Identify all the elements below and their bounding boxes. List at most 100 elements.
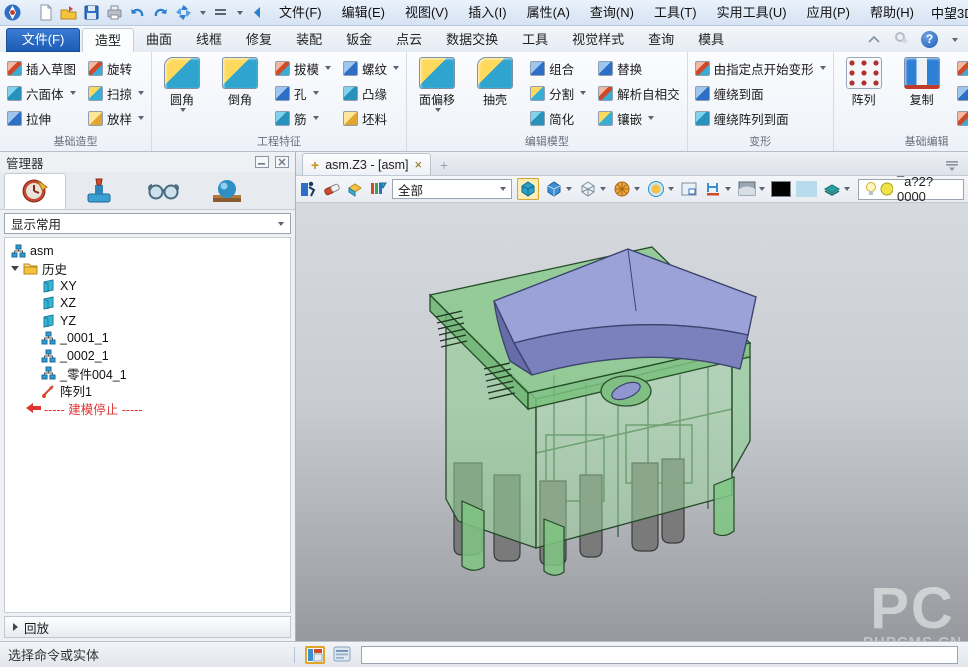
menu-tools[interactable]: 工具(T)	[647, 2, 704, 24]
copy-button[interactable]: 复制	[896, 55, 948, 108]
sweep-button[interactable]: 扫掠	[85, 82, 147, 104]
menu-inquire[interactable]: 查询(N)	[583, 2, 641, 24]
redo-icon[interactable]	[152, 4, 169, 21]
command-list-icon[interactable]	[333, 646, 353, 664]
hole-button[interactable]: 孔	[272, 82, 334, 104]
tree-node-pattern1[interactable]: 阵列1	[11, 382, 290, 400]
tab-pointcloud[interactable]: 点云	[384, 28, 434, 52]
tab-mold[interactable]: 模具	[686, 28, 736, 52]
fillet-button[interactable]: 圆角	[156, 55, 208, 112]
tree-node-part-004[interactable]: _零件004_1	[11, 365, 290, 383]
new-tab-button[interactable]: +	[431, 155, 457, 175]
tree-node-plane-yz[interactable]: YZ	[11, 312, 290, 330]
box-button[interactable]: 六面体	[4, 82, 79, 104]
tab-sheetmetal[interactable]: 钣金	[334, 28, 384, 52]
thread-button[interactable]: 螺纹	[340, 57, 402, 79]
tab-tools[interactable]: 工具	[510, 28, 560, 52]
shade-mode-button-active[interactable]	[517, 178, 539, 200]
tree-node-history-folder[interactable]: 历史	[11, 260, 290, 278]
move-button[interactable]: 移动	[954, 57, 968, 79]
tree-node-component-0002[interactable]: _0002_1	[11, 347, 290, 365]
combine-button[interactable]: 组合	[527, 57, 589, 79]
tree-node-plane-xy[interactable]: XY	[11, 277, 290, 295]
tab-inquire[interactable]: 查询	[636, 28, 686, 52]
tab-history-manager[interactable]	[4, 173, 66, 209]
tab-close-icon[interactable]: ×	[415, 157, 423, 172]
tab-visibility-manager[interactable]	[132, 173, 194, 209]
panel-close-button[interactable]	[275, 156, 289, 168]
tree-node-root[interactable]: asm	[11, 242, 290, 260]
customize-toolbar-icon[interactable]	[212, 4, 229, 21]
erase-icon[interactable]	[323, 180, 341, 198]
command-input[interactable]	[361, 646, 958, 664]
tree-expander[interactable]	[11, 266, 19, 271]
display-filter-dropdown[interactable]: 显示常用	[4, 213, 291, 234]
wireframe-mode-button[interactable]	[578, 179, 607, 199]
tab-assembly-manager[interactable]	[68, 173, 130, 209]
shell-button[interactable]: 抽壳	[469, 55, 521, 108]
tab-visualize[interactable]: 视觉样式	[560, 28, 636, 52]
save-icon[interactable]	[83, 4, 100, 21]
tab-visualization-manager[interactable]	[196, 173, 258, 209]
align-view-button[interactable]	[703, 179, 732, 199]
rib-button[interactable]: 筋	[272, 107, 334, 129]
pattern-button[interactable]: 阵列	[838, 55, 890, 108]
viewport-3d[interactable]: PC PHPCMS.CN	[296, 203, 968, 641]
panel-minimize-button[interactable]	[255, 156, 269, 168]
menu-applications[interactable]: 应用(P)	[800, 2, 857, 24]
ui-layout-toggle-icon[interactable]	[305, 646, 325, 664]
mirror-button[interactable]: 镜像	[954, 82, 968, 104]
regen-icon[interactable]	[175, 4, 192, 21]
stock-button[interactable]: 坯料	[340, 107, 402, 129]
insert-sketch-button[interactable]: 插入草图	[4, 57, 79, 79]
menu-help[interactable]: 帮助(H)	[863, 2, 921, 24]
scale-button[interactable]: 缩放	[954, 107, 968, 129]
menu-insert[interactable]: 插入(I)	[461, 2, 513, 24]
extrude-button[interactable]: 拉伸	[4, 107, 79, 129]
tree-node-plane-xz[interactable]: XZ	[11, 295, 290, 313]
filter-icon[interactable]	[369, 180, 387, 198]
wrap-to-face-button[interactable]: 缠绕到面	[692, 82, 829, 104]
replace-button[interactable]: 替换	[595, 57, 683, 79]
search-icon[interactable]	[893, 31, 909, 48]
menu-edit[interactable]: 编辑(E)	[335, 2, 392, 24]
revolve-button[interactable]: 旋转	[85, 57, 147, 79]
background-button[interactable]	[737, 179, 766, 199]
face-offset-button[interactable]: 面偏移	[411, 55, 463, 112]
view-cube-button[interactable]	[544, 179, 573, 199]
regen-dropdown-caret[interactable]	[200, 11, 206, 15]
section-view-button[interactable]	[612, 179, 641, 199]
divide-button[interactable]: 分割	[527, 82, 589, 104]
help-caret[interactable]	[952, 38, 958, 42]
loft-button[interactable]: 放样	[85, 107, 147, 129]
wrap-pattern-to-face-button[interactable]: 缠绕阵列到面	[692, 107, 829, 129]
morph-from-point-button[interactable]: 由指定点开始变形	[692, 57, 829, 79]
layer-style-button[interactable]	[822, 179, 851, 199]
tab-freeform[interactable]: 曲面	[134, 28, 184, 52]
tab-assembly[interactable]: 装配	[284, 28, 334, 52]
color-swatch-lightblue[interactable]	[796, 181, 817, 197]
tree-node-component-0001[interactable]: _0001_1	[11, 330, 290, 348]
document-tab[interactable]: + asm.Z3 - [asm] ×	[302, 153, 431, 175]
draft-button[interactable]: 拔模	[272, 57, 334, 79]
tree-node-modeling-stop[interactable]: ----- 建模停止 -----	[11, 400, 290, 418]
lip-button[interactable]: 凸缘	[340, 82, 402, 104]
tab-dataexchange[interactable]: 数据交换	[434, 28, 510, 52]
menu-view[interactable]: 视图(V)	[398, 2, 455, 24]
resolve-selfintersection-button[interactable]: 解析自相交	[595, 82, 683, 104]
chamfer-button[interactable]: 倒角	[214, 55, 266, 108]
tab-overflow-icon[interactable]	[944, 159, 968, 175]
collapse-qat-icon[interactable]	[249, 4, 266, 21]
replay-section[interactable]: 回放	[4, 616, 291, 638]
customize-caret[interactable]	[237, 11, 243, 15]
show-hide-icon[interactable]	[346, 180, 364, 198]
render-mode-button[interactable]	[646, 179, 675, 199]
new-file-icon[interactable]	[37, 4, 54, 21]
exit-sketch-icon[interactable]	[300, 180, 318, 198]
layer-combobox[interactable]: ¯a?2?0000	[858, 179, 964, 200]
menu-file[interactable]: 文件(F)	[272, 2, 329, 24]
pick-filter-dropdown[interactable]: 全部	[392, 179, 512, 199]
help-icon[interactable]: ?	[921, 31, 938, 48]
tab-repair[interactable]: 修复	[234, 28, 284, 52]
zoom-window-icon[interactable]	[680, 180, 698, 198]
